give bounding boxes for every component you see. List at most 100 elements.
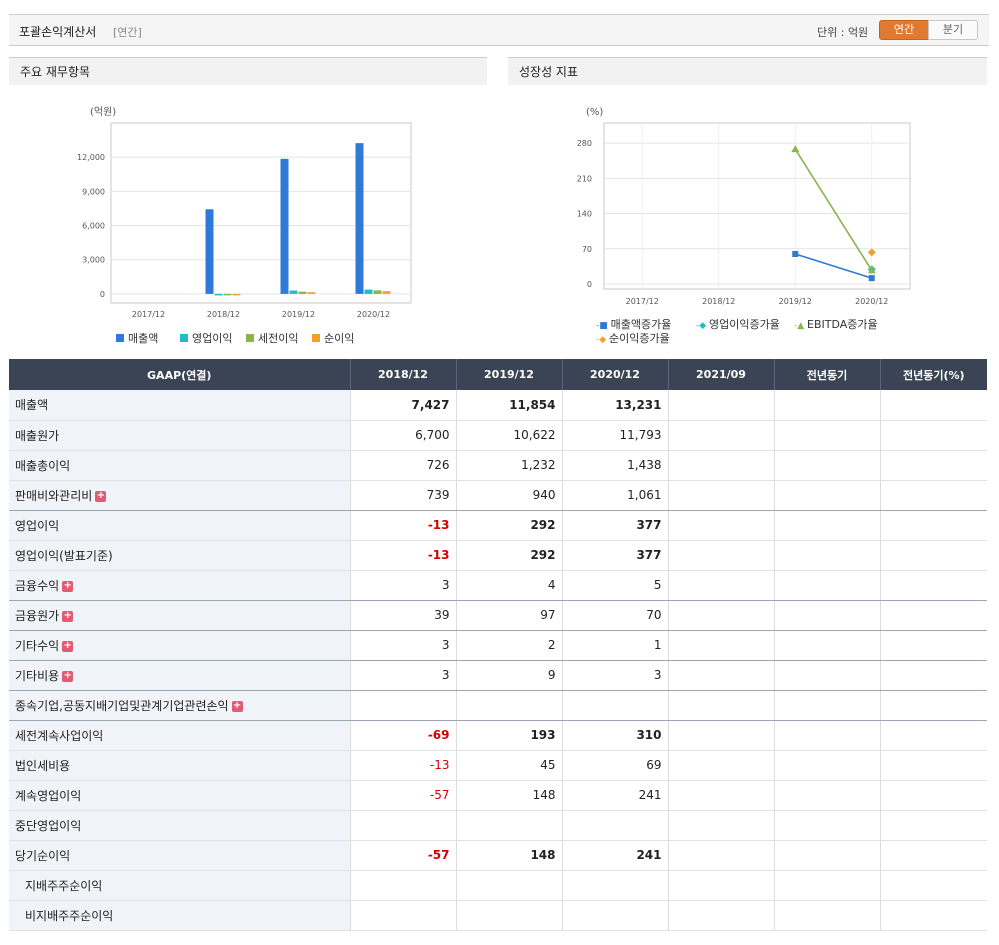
value-cell (667, 570, 774, 601)
y-tick-label: 6,000 (82, 222, 105, 231)
value-cell (879, 720, 987, 751)
y-tick-label: 0 (100, 290, 105, 299)
legend-label: 순이익 (324, 332, 355, 345)
y-tick-label: 0 (587, 280, 592, 289)
row-label: 매출총이익 (15, 458, 71, 473)
table-row: 지배주주순이익 (9, 870, 987, 901)
legend-item: -◆ 영업이익증가율 (696, 316, 780, 332)
bar (205, 209, 214, 294)
row-label-cell: 매출총이익 (9, 450, 350, 481)
x-tick-label: 2019/12 (779, 297, 812, 306)
row-label-cell: 매출액 (9, 390, 350, 421)
value-cell (773, 780, 880, 811)
table-row: 중단영업이익 (9, 810, 987, 841)
bar (364, 289, 373, 294)
value-cell (561, 900, 668, 931)
expand-plus-icon[interactable]: + (62, 670, 74, 682)
row-label-cell: 영업이익 (9, 510, 350, 541)
value-cell: 70 (561, 600, 668, 631)
legend-swatch (246, 334, 254, 342)
expand-plus-icon[interactable]: + (62, 610, 74, 622)
value-cell: 3 (349, 630, 456, 661)
value-cell (879, 390, 987, 421)
legend-label: 매출액 (128, 332, 159, 345)
value-cell: 10,622 (455, 420, 562, 451)
row-label-cell: 중단영업이익 (9, 810, 350, 841)
value-cell (667, 810, 774, 841)
value-cell: 1 (561, 630, 668, 661)
bar (280, 158, 289, 294)
value-cell (773, 660, 880, 691)
financial-items-bar-chart: 0 3,000 6,000 9,000 12,000 (억원) 2017/12 2018/12… (77, 106, 412, 319)
value-cell: 241 (561, 840, 668, 871)
table-row: 금융원가 +39 97 70 (9, 600, 987, 631)
bar (298, 291, 307, 294)
row-label: 계속영업이익 (15, 788, 82, 803)
value-cell: 292 (455, 510, 562, 541)
value-cell (879, 810, 987, 841)
column-header-period: 2018/12 (349, 359, 456, 390)
value-cell (773, 480, 880, 511)
value-cell: 69 (561, 750, 668, 781)
row-label: 기타수익 (15, 638, 60, 653)
legend-swatch (116, 334, 124, 342)
expand-plus-icon[interactable]: + (95, 490, 107, 502)
quarter-toggle-button[interactable]: 분기 (928, 20, 978, 40)
table-row: 매출액 7,427 11,854 13,231 (9, 390, 987, 421)
expand-plus-icon[interactable]: + (62, 580, 74, 592)
value-cell (773, 900, 880, 931)
value-cell (455, 870, 562, 901)
value-cell: 13,231 (561, 390, 668, 421)
value-cell (773, 450, 880, 481)
table-row: 종속기업,공동지배기업및관계기업관련손익 + (9, 690, 987, 721)
expand-plus-icon[interactable]: + (231, 700, 243, 712)
y-tick-label: 280 (577, 139, 592, 148)
value-cell: 193 (455, 720, 562, 751)
value-cell: 3 (349, 570, 456, 601)
value-cell: -13 (349, 750, 456, 781)
value-cell (879, 510, 987, 541)
column-header-period: 전년동기(%) (879, 359, 987, 390)
annual-toggle-button[interactable]: 연간 (879, 20, 929, 40)
row-label-cell: 종속기업,공동지배기업및관계기업관련손익 + (9, 690, 350, 721)
row-label: 영업이익(발표기준) (15, 548, 113, 563)
value-cell (667, 600, 774, 631)
bar (355, 143, 364, 294)
row-label: 판매비와관리비 (15, 488, 93, 503)
row-label: 중단영업이익 (15, 818, 82, 833)
value-cell: 7,427 (349, 390, 456, 421)
column-header-period: 2019/12 (455, 359, 562, 390)
value-cell (667, 510, 774, 541)
value-cell (773, 720, 880, 751)
legend-swatch (180, 334, 188, 342)
expand-plus-icon[interactable]: + (62, 640, 74, 652)
value-cell (667, 420, 774, 451)
value-cell (667, 450, 774, 481)
value-cell (879, 660, 987, 691)
value-cell (667, 630, 774, 661)
value-cell: 39 (349, 600, 456, 631)
table-row: 영업이익(발표기준) -13 292 377 (9, 540, 987, 571)
value-cell (773, 540, 880, 571)
row-label-cell: 영업이익(발표기준) (9, 540, 350, 571)
table-row: 법인세비용 -13 45 69 (9, 750, 987, 781)
value-cell (773, 690, 880, 721)
value-cell: 241 (561, 780, 668, 811)
value-cell (455, 900, 562, 931)
value-cell (667, 780, 774, 811)
value-cell (879, 900, 987, 931)
data-point (868, 275, 875, 282)
bar (214, 293, 223, 296)
value-cell (349, 870, 456, 901)
value-cell: 9 (455, 660, 562, 691)
value-cell (879, 870, 987, 901)
y-axis-label: (억원) (90, 106, 116, 118)
income-statement-table: GAAP(연결) 2018/12 2019/12 2020/12 2021/09 전년동기… (9, 359, 987, 931)
row-label: 종속기업,공동지배기업및관계기업관련손익 (15, 698, 229, 713)
legend-label: EBITDA증가율 (807, 318, 878, 331)
value-cell (879, 840, 987, 871)
row-label: 영업이익 (15, 518, 60, 533)
bar (223, 293, 232, 296)
table-row: 계속영업이익 -57 148 241 (9, 780, 987, 811)
value-cell (667, 750, 774, 781)
